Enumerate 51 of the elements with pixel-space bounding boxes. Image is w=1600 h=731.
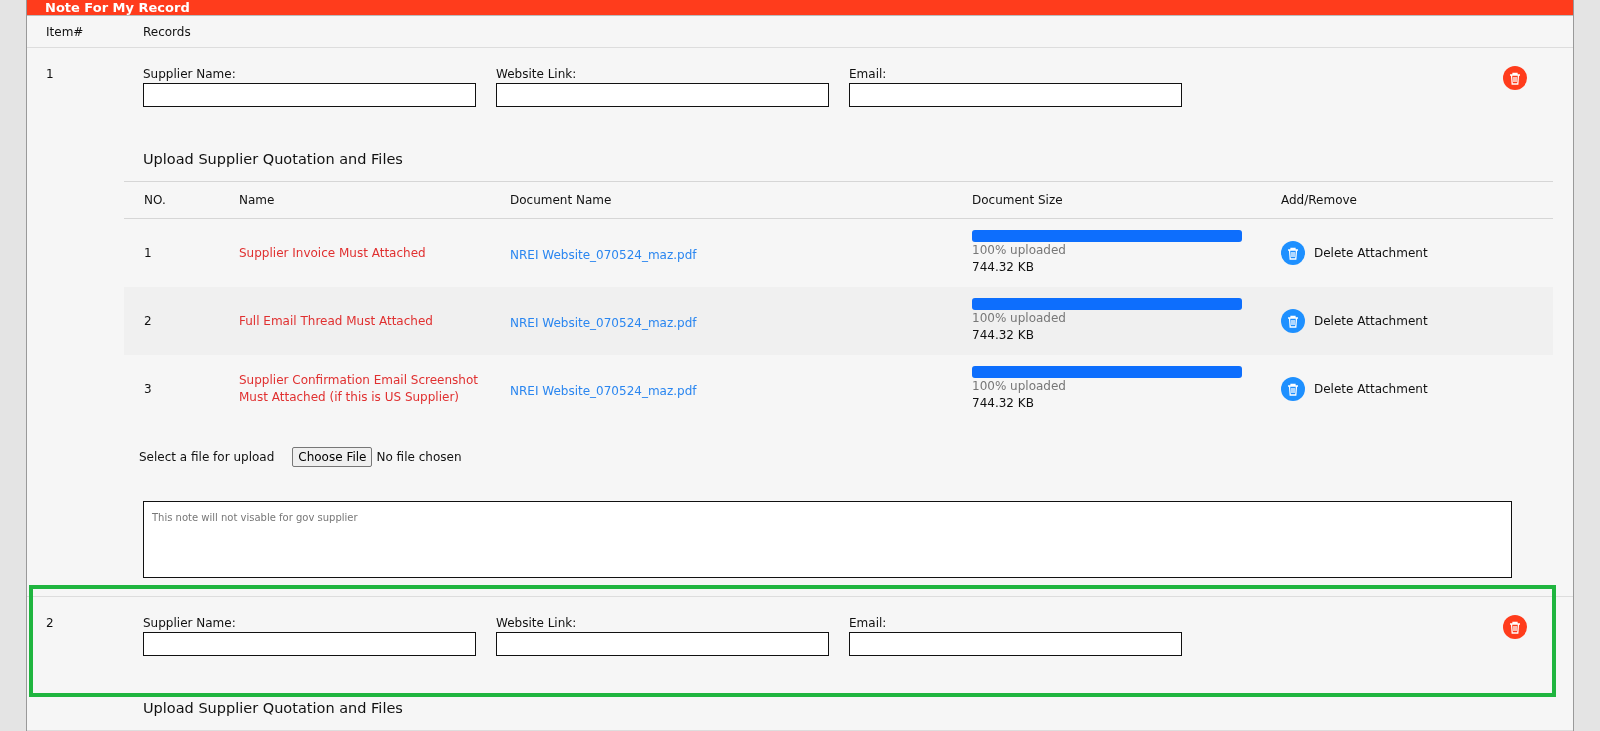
- column-header: Item#: [46, 23, 85, 41]
- file-size: 744.32 KB: [972, 327, 1035, 344]
- trash-icon: [1509, 620, 1521, 634]
- required-document-name: Supplier Invoice Must Attached: [239, 244, 427, 262]
- file-status: No file chosen: [376, 448, 462, 466]
- trash-icon: [1509, 71, 1521, 85]
- delete-attachment-button[interactable]: Delete Attachment: [1281, 309, 1428, 334]
- trash-icon: [1287, 382, 1299, 396]
- file-size: 744.32 KB: [972, 259, 1035, 276]
- trash-icon: [1287, 314, 1299, 328]
- upload-status: 100% uploaded: [972, 310, 1067, 328]
- input-field[interactable]: [496, 83, 829, 108]
- input-field[interactable]: [143, 83, 476, 108]
- column-header: Add/Remove: [1281, 191, 1358, 209]
- input-field[interactable]: [496, 632, 829, 656]
- item-number: 2: [46, 615, 55, 633]
- table-cell-text: 1: [144, 244, 153, 262]
- document-link[interactable]: NREI Website_070524_maz.pdf: [510, 383, 697, 398]
- field-label: Supplier Name:: [143, 66, 237, 84]
- upload-status: 100% uploaded: [972, 242, 1067, 260]
- trash-icon: [1287, 246, 1299, 260]
- delete-record-button[interactable]: [1503, 66, 1527, 91]
- required-document-name: Supplier Confirmation Email Screenshot Must Attached (if this is US Supplier): [239, 372, 479, 406]
- note-field[interactable]: This note will not visable for gov supplier: [143, 501, 1512, 579]
- document-link[interactable]: NREI Website_070524_maz.pdf: [510, 247, 697, 262]
- column-header: NO.: [144, 191, 167, 209]
- input-field[interactable]: [143, 632, 476, 656]
- delete-attachment-button[interactable]: Delete Attachment: [1281, 241, 1428, 266]
- file-size: 744.32 KB: [972, 395, 1035, 412]
- file-upload-label: Select a file for upload: [139, 448, 275, 466]
- required-document-name: Full Email Thread Must Attached: [239, 312, 434, 330]
- section-heading: Upload Supplier Quotation and Files: [143, 700, 404, 716]
- field-label: Email:: [849, 66, 888, 84]
- column-header: Document Size: [972, 191, 1064, 209]
- column-header: Name: [239, 191, 276, 209]
- choose-file-button[interactable]: Choose File: [292, 447, 373, 468]
- field-label: Website Link:: [496, 615, 578, 632]
- table-cell-text: 3: [144, 380, 153, 398]
- field-label: Email:: [849, 615, 888, 632]
- field-label: Website Link:: [496, 66, 578, 84]
- column-header: Document Name: [510, 191, 613, 209]
- field-label: Supplier Name:: [143, 615, 237, 632]
- section-heading: Upload Supplier Quotation and Files: [143, 151, 404, 168]
- upload-status: 100% uploaded: [972, 378, 1067, 396]
- input-field[interactable]: [849, 632, 1182, 656]
- input-field[interactable]: [849, 83, 1182, 108]
- delete-record-button[interactable]: [1503, 615, 1527, 640]
- table-cell-text: 2: [144, 312, 153, 330]
- delete-attachment-button[interactable]: Delete Attachment: [1281, 377, 1428, 402]
- column-header: Records: [143, 23, 192, 41]
- panel-title: Note For My Record: [45, 1, 190, 16]
